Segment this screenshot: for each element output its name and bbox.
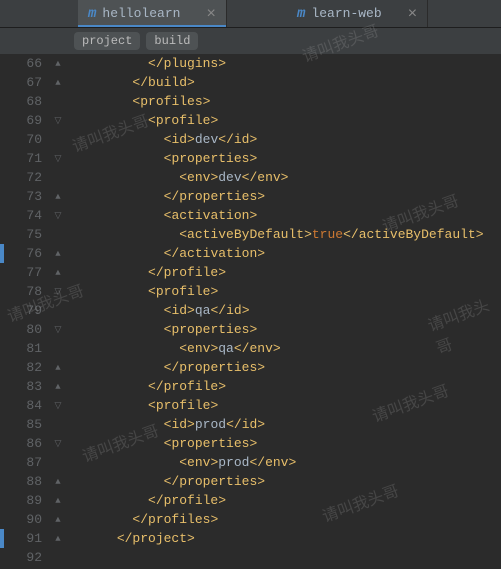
maven-icon: m: [88, 6, 96, 22]
change-marker: [0, 244, 4, 263]
line-gutter: 6667686970717273747576777879808182838485…: [0, 54, 50, 567]
line-number: 86: [0, 434, 42, 453]
line-number: 67: [0, 73, 42, 92]
code-line[interactable]: </activation>: [70, 244, 501, 263]
fold-marker[interactable]: ▲: [50, 377, 66, 396]
fold-marker: [50, 339, 66, 358]
code-line[interactable]: <properties>: [70, 149, 501, 168]
code-line[interactable]: <id>qa</id>: [70, 301, 501, 320]
breadcrumb: project build: [0, 28, 501, 54]
crumb-project[interactable]: project: [74, 32, 140, 50]
fold-marker[interactable]: ▽: [50, 111, 66, 130]
line-number: 90: [0, 510, 42, 529]
line-number: 79: [0, 301, 42, 320]
code-line[interactable]: </build>: [70, 73, 501, 92]
code-line[interactable]: <properties>: [70, 434, 501, 453]
line-number: 71: [0, 149, 42, 168]
code-line[interactable]: </properties>: [70, 187, 501, 206]
fold-marker[interactable]: ▲: [50, 510, 66, 529]
line-number: 80: [0, 320, 42, 339]
line-number: 78: [0, 282, 42, 301]
code-line[interactable]: </properties>: [70, 472, 501, 491]
line-number: 75: [0, 225, 42, 244]
tab-label: hellolearn: [102, 6, 180, 21]
close-icon[interactable]: ×: [206, 5, 216, 23]
line-number: 68: [0, 92, 42, 111]
fold-marker: [50, 548, 66, 567]
line-number: 73: [0, 187, 42, 206]
line-number: 87: [0, 453, 42, 472]
code-line[interactable]: <env>dev</env>: [70, 168, 501, 187]
line-number: 84: [0, 396, 42, 415]
fold-marker: [50, 225, 66, 244]
tab-bar: m hellolearn × m learn-web ×: [0, 0, 501, 28]
code-line[interactable]: </profile>: [70, 377, 501, 396]
tab-learn-web[interactable]: m learn-web ×: [287, 0, 428, 27]
close-icon[interactable]: ×: [408, 5, 418, 23]
code-line[interactable]: <profile>: [70, 111, 501, 130]
line-number: 92: [0, 548, 42, 567]
line-number: 76: [0, 244, 42, 263]
line-number: 66: [0, 54, 42, 73]
fold-marker: [50, 130, 66, 149]
code-line[interactable]: </profiles>: [70, 510, 501, 529]
line-number: 83: [0, 377, 42, 396]
crumb-build[interactable]: build: [146, 32, 198, 50]
fold-marker: [50, 415, 66, 434]
line-number: 74: [0, 206, 42, 225]
line-number: 72: [0, 168, 42, 187]
fold-marker[interactable]: ▲: [50, 529, 66, 548]
code-editor[interactable]: 6667686970717273747576777879808182838485…: [0, 54, 501, 567]
code-line[interactable]: </plugins>: [70, 54, 501, 73]
line-number: 85: [0, 415, 42, 434]
change-marker: [0, 529, 4, 548]
line-number: 81: [0, 339, 42, 358]
fold-marker: [50, 168, 66, 187]
code-line[interactable]: </properties>: [70, 358, 501, 377]
fold-marker[interactable]: ▲: [50, 54, 66, 73]
fold-marker: [50, 92, 66, 111]
code-line[interactable]: <env>prod</env>: [70, 453, 501, 472]
line-number: 88: [0, 472, 42, 491]
fold-marker[interactable]: ▲: [50, 472, 66, 491]
line-number: 77: [0, 263, 42, 282]
line-number: 91: [0, 529, 42, 548]
line-number: 70: [0, 130, 42, 149]
line-number: 82: [0, 358, 42, 377]
code-line[interactable]: </profile>: [70, 491, 501, 510]
code-line[interactable]: <id>prod</id>: [70, 415, 501, 434]
fold-marker[interactable]: ▽: [50, 149, 66, 168]
fold-marker[interactable]: ▽: [50, 434, 66, 453]
fold-marker[interactable]: ▲: [50, 73, 66, 92]
fold-marker[interactable]: ▽: [50, 282, 66, 301]
line-number: 69: [0, 111, 42, 130]
fold-marker: [50, 453, 66, 472]
code-line[interactable]: <env>qa</env>: [70, 339, 501, 358]
code-line[interactable]: <profile>: [70, 282, 501, 301]
code-line[interactable]: <activeByDefault>true</activeByDefault>: [70, 225, 501, 244]
code-line[interactable]: <properties>: [70, 320, 501, 339]
fold-marker[interactable]: ▲: [50, 263, 66, 282]
fold-marker[interactable]: ▲: [50, 187, 66, 206]
code-line[interactable]: </project>: [70, 529, 501, 548]
fold-marker[interactable]: ▽: [50, 206, 66, 225]
code-line[interactable]: <id>dev</id>: [70, 130, 501, 149]
code-line[interactable]: <profile>: [70, 396, 501, 415]
tab-label: learn-web: [311, 6, 381, 21]
fold-marker[interactable]: ▽: [50, 396, 66, 415]
code-line[interactable]: [70, 548, 501, 567]
fold-marker[interactable]: ▽: [50, 320, 66, 339]
fold-marker: [50, 301, 66, 320]
maven-icon: m: [297, 6, 305, 22]
code-line[interactable]: <activation>: [70, 206, 501, 225]
fold-column: ▲▲▽▽▲▽▲▲▽▽▲▲▽▽▲▲▲▲: [50, 54, 66, 567]
code-line[interactable]: <profiles>: [70, 92, 501, 111]
fold-marker[interactable]: ▲: [50, 244, 66, 263]
fold-marker[interactable]: ▲: [50, 358, 66, 377]
code-area[interactable]: </plugins> </build> <profiles> <profile>…: [66, 54, 501, 567]
tab-hellolearn[interactable]: m hellolearn ×: [78, 0, 227, 27]
code-line[interactable]: </profile>: [70, 263, 501, 282]
fold-marker[interactable]: ▲: [50, 491, 66, 510]
line-number: 89: [0, 491, 42, 510]
